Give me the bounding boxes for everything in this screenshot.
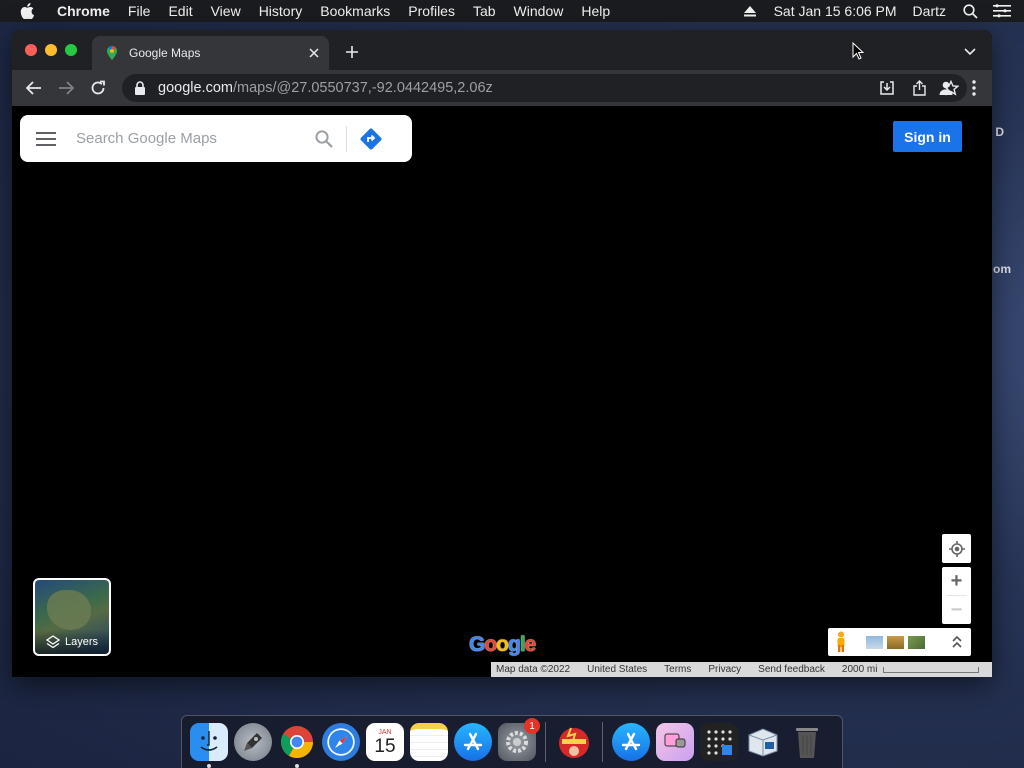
back-arrow-icon[interactable] — [20, 74, 48, 102]
imagery-thumbnail-1[interactable] — [866, 635, 883, 649]
background-window-text: D — [995, 125, 1004, 139]
tab-google-maps[interactable]: Google Maps — [92, 36, 329, 70]
menu-tab[interactable]: Tab — [464, 0, 505, 22]
menu-view[interactable]: View — [202, 0, 250, 22]
menu-bookmarks[interactable]: Bookmarks — [311, 0, 399, 22]
zoom-in-button[interactable]: + — [942, 567, 971, 595]
eject-icon[interactable] — [740, 0, 760, 22]
menu-user[interactable]: Dartz — [905, 0, 954, 22]
hamburger-menu-icon[interactable] — [20, 115, 72, 162]
dock-nyan-icon[interactable] — [656, 723, 694, 761]
my-location-button[interactable] — [942, 534, 971, 563]
share-icon[interactable] — [903, 74, 935, 102]
directions-icon[interactable] — [351, 115, 391, 162]
dock-launchpad-icon[interactable] — [234, 723, 272, 761]
zoom-out-button[interactable]: − — [942, 596, 971, 624]
scale-label[interactable]: 2000 mi — [842, 664, 878, 675]
minimize-window-button[interactable] — [45, 44, 57, 56]
dock-flash-icon[interactable] — [555, 723, 593, 761]
zoom-window-button[interactable] — [65, 44, 77, 56]
url-host: google.com — [158, 80, 233, 96]
tab-strip: Google Maps — [12, 30, 992, 70]
reload-icon[interactable] — [84, 74, 112, 102]
menu-file[interactable]: File — [119, 0, 160, 22]
calendar-day: 15 — [374, 736, 396, 757]
menu-datetime[interactable]: Sat Jan 15 6:06 PM — [766, 0, 905, 22]
lock-icon[interactable] — [134, 81, 148, 95]
terms-link[interactable]: Terms — [664, 664, 691, 675]
sign-in-button[interactable]: Sign in — [893, 121, 962, 152]
running-indicator — [295, 764, 299, 768]
pegman-icon[interactable] — [828, 628, 854, 656]
dock-chrome-icon[interactable] — [278, 723, 316, 768]
url-path: /maps/@27.0550737,-92.0442495,2.06z — [232, 80, 493, 96]
zoom-controls: + − — [942, 567, 971, 624]
dock-finder-icon[interactable] — [190, 723, 228, 768]
send-feedback-link[interactable]: Send feedback — [758, 664, 825, 675]
layers-label: Layers — [64, 636, 99, 648]
dock-system-preferences-icon[interactable]: 1 — [498, 718, 540, 761]
google-maps-favicon-icon — [104, 45, 120, 61]
map-canvas[interactable]: Sign in Layers + − — [12, 106, 992, 677]
background-window-edge: D om — [992, 108, 1024, 508]
address-bar[interactable]: google.com/maps/@27.0550737,-92.0442495,… — [122, 74, 967, 102]
dock-trash-icon[interactable] — [788, 723, 826, 761]
map-footer: Map data ©2022 United States Terms Priva… — [491, 662, 992, 677]
dock-app-store-icon[interactable] — [454, 723, 492, 761]
background-window-text: om — [993, 262, 1011, 276]
layers-label-row: Layers — [35, 630, 109, 654]
mouse-cursor-icon — [852, 41, 865, 60]
menu-app-name[interactable]: Chrome — [48, 0, 119, 22]
control-center-icon[interactable] — [992, 0, 1012, 22]
dock-calendar-icon[interactable]: JAN 15 — [366, 723, 404, 761]
maps-search-box — [20, 115, 412, 162]
new-tab-plus-icon[interactable] — [342, 42, 362, 62]
browser-window: Google Maps google.com/maps/@27.0550737,… — [12, 30, 992, 677]
chrome-menu-kebab-icon[interactable] — [960, 74, 988, 102]
search-divider — [346, 125, 347, 152]
install-app-icon[interactable] — [871, 74, 903, 102]
scale-bar[interactable] — [883, 666, 980, 673]
close-window-button[interactable] — [25, 44, 37, 56]
expand-chevron-up-icon[interactable] — [949, 628, 965, 656]
dock-safari-icon[interactable] — [322, 723, 360, 761]
dock-virtualbox-icon[interactable] — [744, 723, 782, 761]
menu-edit[interactable]: Edit — [159, 0, 201, 22]
dock-grid-icon[interactable] — [700, 723, 738, 761]
privacy-link[interactable]: Privacy — [708, 664, 741, 675]
layers-icon — [45, 635, 60, 649]
tab-title: Google Maps — [129, 46, 201, 60]
search-icon[interactable] — [306, 115, 342, 162]
map-data-attribution[interactable]: Map data ©2022 — [496, 664, 570, 675]
profile-avatar-icon[interactable] — [932, 74, 960, 102]
tab-search-chevron-down-icon[interactable] — [960, 42, 980, 62]
map-region-link[interactable]: United States — [587, 664, 647, 675]
menu-help[interactable]: Help — [572, 0, 619, 22]
browser-toolbar: google.com/maps/@27.0550737,-92.0442495,… — [12, 70, 992, 106]
menu-window[interactable]: Window — [505, 0, 573, 22]
imagery-thumbnail-3[interactable] — [908, 635, 925, 649]
imagery-thumbnail-2[interactable] — [887, 635, 904, 649]
dock-notes-icon[interactable] — [410, 723, 448, 761]
running-indicator — [207, 764, 211, 768]
dock-separator — [545, 722, 546, 762]
menu-profiles[interactable]: Profiles — [399, 0, 464, 22]
layers-toggle[interactable]: Layers — [33, 578, 111, 656]
apple-icon[interactable] — [18, 2, 36, 20]
dock-app-store-download-icon[interactable] — [612, 723, 650, 761]
forward-arrow-icon[interactable] — [52, 74, 80, 102]
dock-separator — [602, 722, 603, 762]
crosshair-location-icon — [948, 540, 965, 557]
google-logo: Google — [469, 633, 536, 656]
dock: JAN 15 1 — [181, 715, 843, 768]
imagery-strip — [828, 628, 971, 656]
tab-close-icon[interactable] — [305, 44, 323, 62]
menu-bar: Chrome File Edit View History Bookmarks … — [0, 0, 1024, 22]
menu-history[interactable]: History — [250, 0, 312, 22]
maps-search-input[interactable] — [76, 130, 306, 147]
spotlight-search-icon[interactable] — [960, 0, 980, 22]
satellite-thumbnail — [47, 590, 91, 630]
notification-badge: 1 — [524, 718, 540, 734]
